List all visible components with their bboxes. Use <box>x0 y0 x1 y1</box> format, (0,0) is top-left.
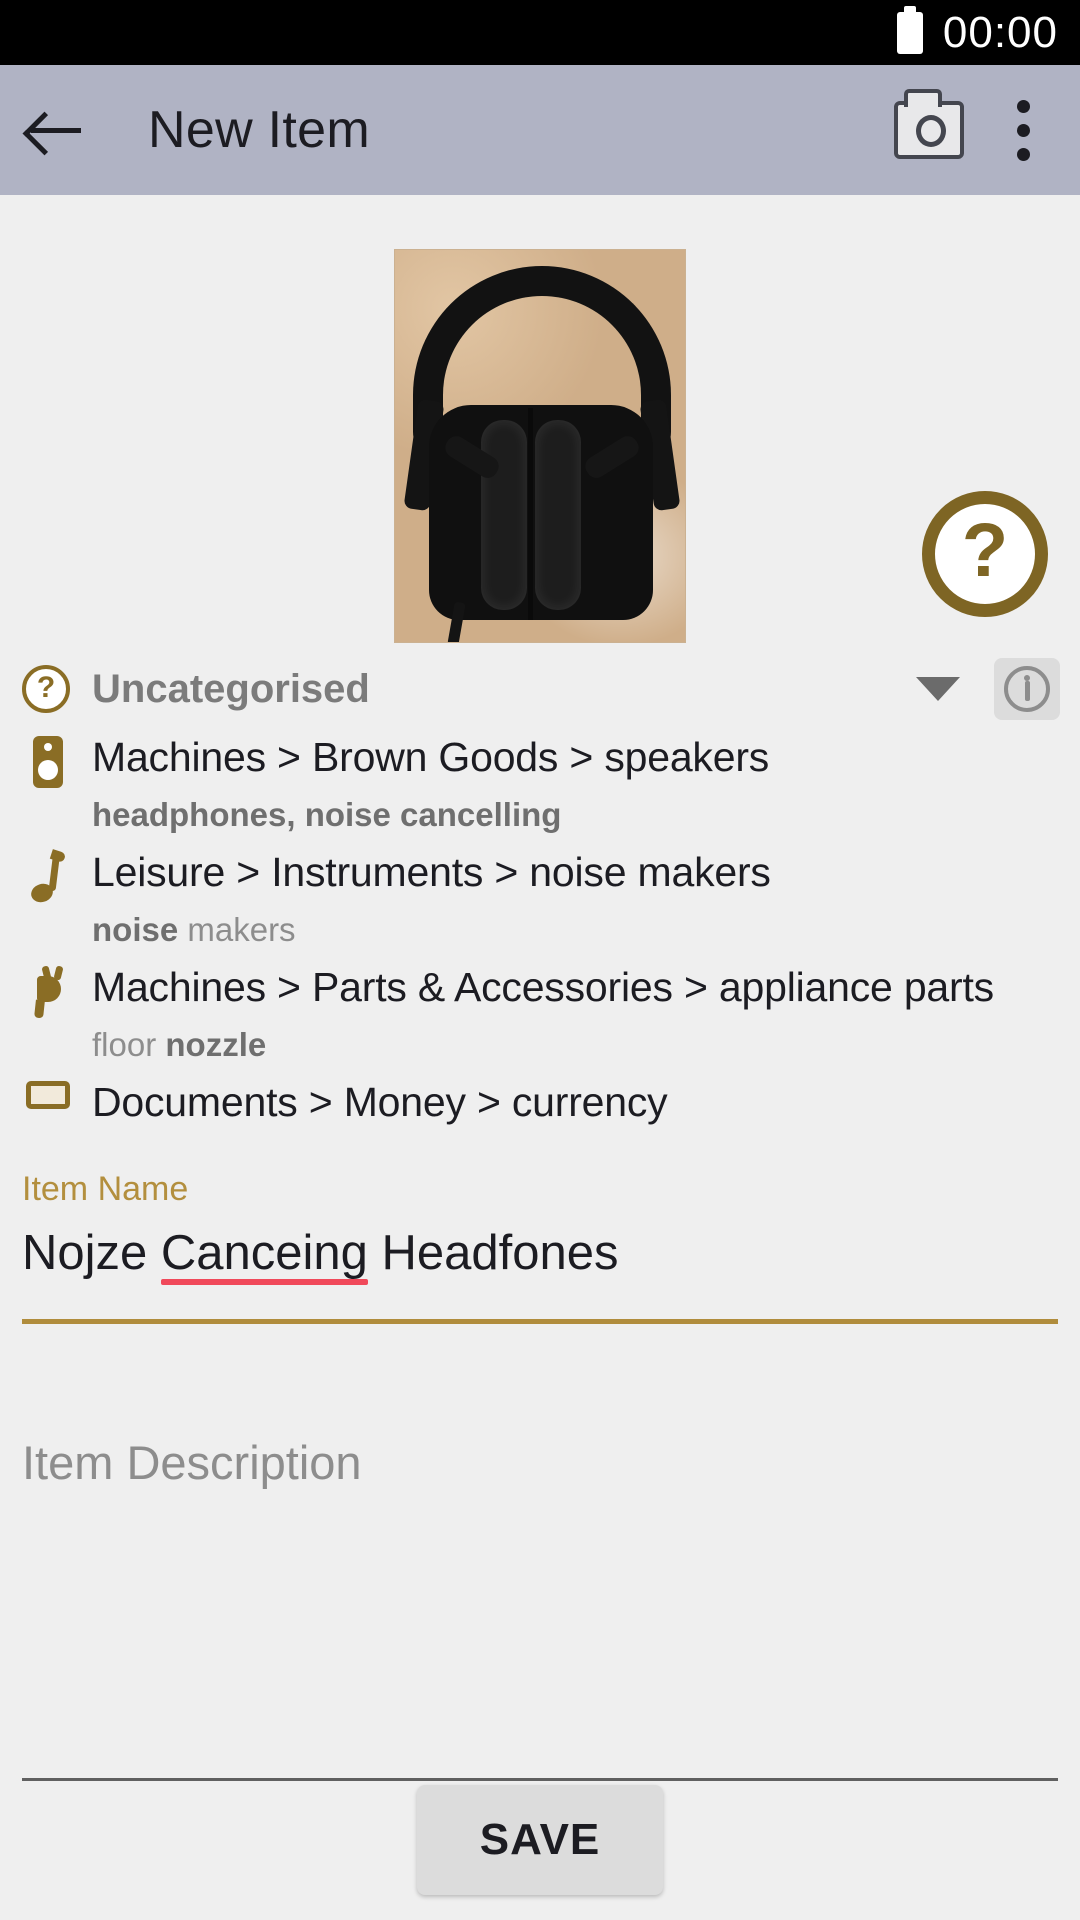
keyword-match: headphones, noise cancelling <box>92 796 562 833</box>
list-item[interactable]: Leisure > Instruments > noise makers noi… <box>0 843 1080 958</box>
keyword-match: nozzle <box>165 1026 267 1063</box>
status-bar: 00:00 <box>0 0 1080 65</box>
headphone-pad-left <box>481 420 527 610</box>
suggestion-body: Documents > Money > currency <box>74 1073 1058 1132</box>
uncategorised-question-glyph: ? <box>36 671 56 704</box>
list-item[interactable]: Machines > Parts & Accessories > applian… <box>0 958 1080 1073</box>
chevron-down-icon[interactable] <box>916 677 960 701</box>
plug-icon <box>22 958 74 1073</box>
app-bar-actions <box>874 65 1080 195</box>
app-bar: New Item <box>0 65 1080 195</box>
item-description-underline <box>22 1778 1058 1781</box>
item-photo[interactable] <box>394 249 686 643</box>
status-bar-clock: 00:00 <box>942 7 1058 57</box>
item-name-underline <box>22 1319 1058 1324</box>
new-item-screen: 00:00 New Item ? ? Uncategorised Machine… <box>0 0 1080 1920</box>
music-note-icon <box>22 843 74 958</box>
keyword-pre: floor <box>92 1026 166 1063</box>
category-suggestion-list[interactable]: Machines > Brown Goods > speakers headph… <box>0 728 1080 1190</box>
keyword-match: noise <box>92 911 179 948</box>
suggestion-body: Machines > Brown Goods > speakers headph… <box>74 728 1058 843</box>
camera-button[interactable] <box>874 65 984 195</box>
category-label: Uncategorised <box>92 666 370 711</box>
camera-icon <box>894 89 964 159</box>
item-name-text-part2: Headfones <box>367 1226 619 1280</box>
list-item[interactable]: Machines > Brown Goods > speakers headph… <box>0 728 1080 843</box>
battery-full-icon <box>896 5 923 54</box>
list-item[interactable]: Documents > Money > currency <box>0 1073 1080 1132</box>
save-button[interactable]: SAVE <box>417 1785 663 1895</box>
suggestion-path: Machines > Parts & Accessories > applian… <box>92 964 994 1010</box>
suggestion-keywords: headphones, noise cancelling <box>92 787 1058 843</box>
back-button[interactable] <box>0 65 110 195</box>
info-icon <box>1004 666 1050 712</box>
item-name-input[interactable]: Nojze Canceing Headfones <box>22 1225 619 1285</box>
overflow-menu-button[interactable] <box>984 65 1062 195</box>
help-fab-glyph: ? <box>961 508 1009 593</box>
suggestion-path: Documents > Money > currency <box>92 1079 668 1125</box>
category-row[interactable]: ? Uncategorised <box>0 650 1080 728</box>
overflow-menu-icon <box>1016 147 1030 161</box>
suggestion-path: Machines > Brown Goods > speakers <box>92 734 770 780</box>
suggestion-path: Leisure > Instruments > noise makers <box>92 849 771 895</box>
suggestion-keywords: floor nozzle <box>92 1017 1058 1073</box>
suggestion-keywords: noise makers <box>92 902 1058 958</box>
suggestion-body: Machines > Parts & Accessories > applian… <box>74 958 1058 1073</box>
camera-lens-icon <box>916 115 946 147</box>
info-button[interactable] <box>994 658 1060 720</box>
item-name-misspelled-word: Canceing <box>160 1226 368 1285</box>
item-name-label: Item Name <box>22 1170 189 1208</box>
overflow-menu-icon <box>1016 123 1030 137</box>
suggestion-body: Leisure > Instruments > noise makers noi… <box>74 843 1058 958</box>
help-question-icon[interactable]: ? <box>922 491 1048 617</box>
save-button-label: SAVE <box>479 1815 601 1864</box>
back-arrow-icon <box>29 113 81 147</box>
headphone-pad-right <box>535 420 581 610</box>
overflow-menu-icon <box>1016 99 1030 113</box>
page-title: New Item <box>148 101 371 159</box>
money-icon <box>22 1073 74 1132</box>
headphone-seam <box>528 408 533 620</box>
keyword-post: makers <box>178 911 296 948</box>
item-description-input[interactable]: Item Description <box>22 1435 362 1490</box>
speaker-icon <box>22 728 74 843</box>
item-name-text-part1: Nojze <box>22 1226 161 1280</box>
uncategorised-question-icon: ? <box>22 665 70 713</box>
